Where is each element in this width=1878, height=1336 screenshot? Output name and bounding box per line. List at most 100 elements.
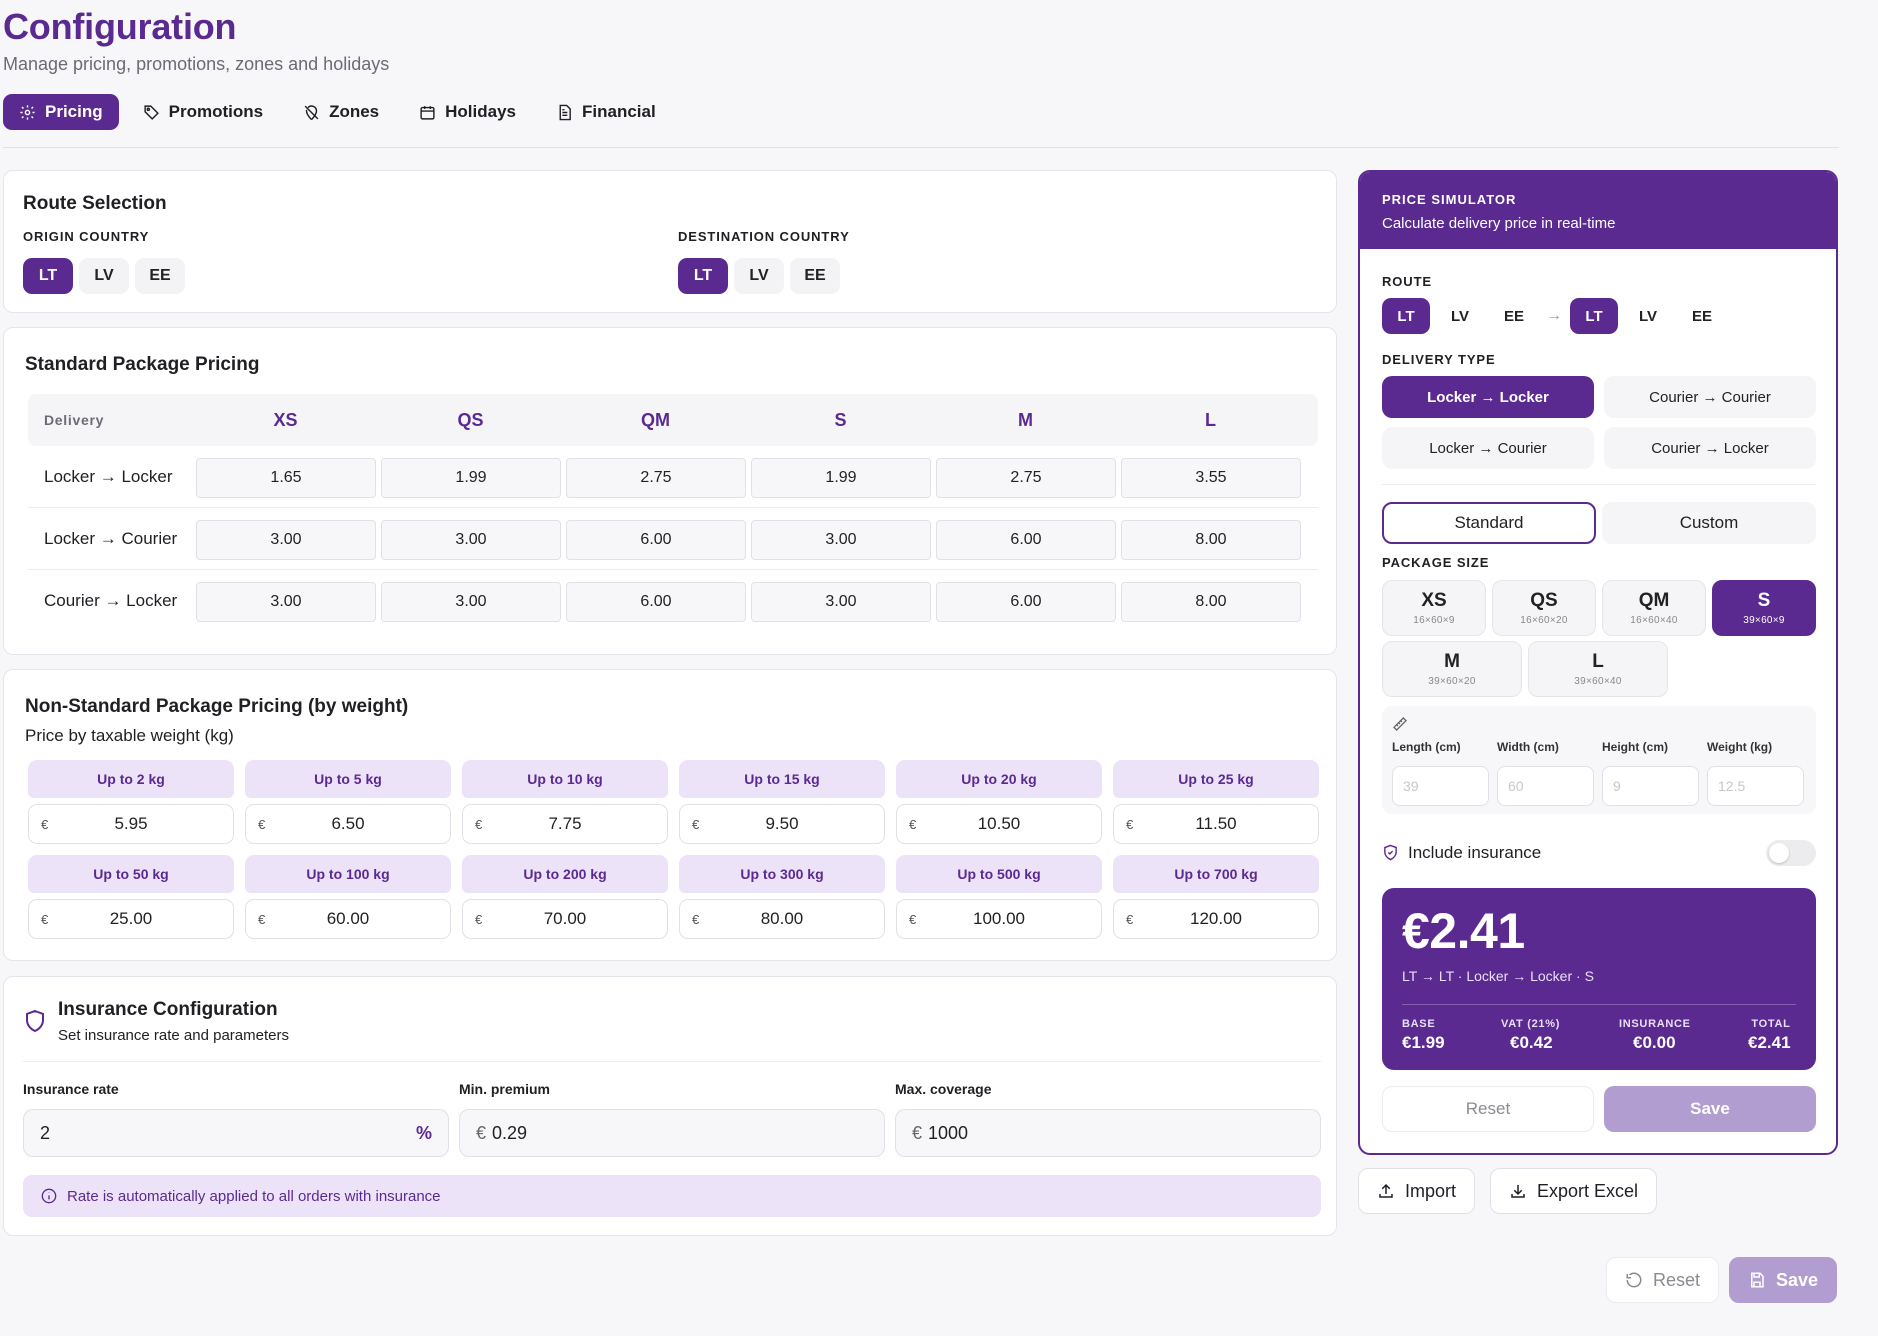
destination-country-ee[interactable]: EE: [790, 258, 840, 294]
simulator-reset-button[interactable]: Reset: [1382, 1086, 1594, 1132]
price-input[interactable]: 8.00: [1121, 582, 1301, 622]
insurance-rate-input[interactable]: 2 %: [23, 1109, 449, 1157]
weight-price-value: 5.95: [114, 814, 148, 833]
weight-tier-label: Up to 500 kg: [896, 855, 1102, 893]
delivery-locker-locker[interactable]: Locker → Locker: [1382, 376, 1594, 418]
size-qm-button[interactable]: QM 16×60×40: [1602, 580, 1706, 636]
weight-price-input[interactable]: €120.00: [1113, 899, 1319, 939]
price-input[interactable]: 1.99: [381, 458, 561, 498]
simulator-save-button[interactable]: Save: [1604, 1086, 1816, 1132]
weight-tier-label: Up to 2 kg: [28, 760, 234, 798]
size-m-button[interactable]: M 39×60×20: [1382, 641, 1522, 697]
insurance-rate-value: 2: [40, 1122, 51, 1143]
size-xs-button[interactable]: XS 16×60×9: [1382, 580, 1486, 636]
size-name: S: [1757, 590, 1771, 611]
destination-country-lt[interactable]: LT: [678, 258, 728, 294]
delivery-courier-locker[interactable]: Courier → Locker: [1604, 427, 1816, 469]
euro-symbol: €: [258, 816, 266, 832]
standard-pricing-title: Standard Package Pricing: [25, 354, 260, 375]
weight-price-input[interactable]: €70.00: [462, 899, 668, 939]
size-qs-button[interactable]: QS 16×60×20: [1492, 580, 1596, 636]
weight-price-input[interactable]: €11.50: [1113, 804, 1319, 844]
price-input[interactable]: 1.65: [196, 458, 376, 498]
column-header-l: L: [1205, 409, 1216, 430]
breakdown-total: TOTAL €2.41: [1748, 1018, 1791, 1053]
tab-bar: Pricing Promotions Zones Holidays Financ…: [3, 94, 672, 130]
tab-holidays[interactable]: Holidays: [403, 94, 532, 130]
height-input[interactable]: 9: [1602, 766, 1699, 806]
insurance-info-banner: Rate is automatically applied to all ord…: [23, 1175, 1321, 1217]
simulator-destination-ee[interactable]: EE: [1678, 298, 1726, 334]
tab-financial[interactable]: Financial: [540, 94, 672, 130]
price-input[interactable]: 3.00: [751, 520, 931, 560]
weight-price-input[interactable]: €5.95: [28, 804, 234, 844]
breakdown-value: €0.00: [1633, 1033, 1676, 1052]
price-input[interactable]: 2.75: [936, 458, 1116, 498]
delivery-courier-courier[interactable]: Courier → Courier: [1604, 376, 1816, 418]
price-input[interactable]: 3.00: [751, 582, 931, 622]
weight-price-input[interactable]: €60.00: [245, 899, 451, 939]
max-coverage-input[interactable]: € 1000: [895, 1109, 1321, 1157]
width-input[interactable]: 60: [1497, 766, 1594, 806]
column-header-m: M: [1018, 409, 1033, 430]
table-row: Courier → Locker 3.00 3.00 6.00 3.00 6.0…: [28, 570, 1318, 632]
weight-price-value: 70.00: [543, 909, 587, 928]
info-icon: [41, 1188, 57, 1204]
price-input[interactable]: 3.00: [381, 520, 561, 560]
price-input[interactable]: 6.00: [936, 582, 1116, 622]
price-input[interactable]: 2.75: [566, 458, 746, 498]
save-button[interactable]: Save: [1729, 1257, 1838, 1303]
price-input[interactable]: 6.00: [936, 520, 1116, 560]
simulator-origin-lt[interactable]: LT: [1382, 298, 1430, 334]
weight-tier-label: Up to 20 kg: [896, 760, 1102, 798]
weight-price-input[interactable]: €100.00: [896, 899, 1102, 939]
origin-country-lv[interactable]: LV: [79, 258, 129, 294]
mode-standard-button[interactable]: Standard: [1382, 502, 1596, 544]
price-input[interactable]: 6.00: [566, 582, 746, 622]
weight-price-input[interactable]: €7.75: [462, 804, 668, 844]
weight-price-input[interactable]: €25.00: [28, 899, 234, 939]
length-input[interactable]: 39: [1392, 766, 1489, 806]
max-coverage-value: 1000: [928, 1122, 969, 1143]
price-input[interactable]: 3.55: [1121, 458, 1301, 498]
price-input[interactable]: 3.00: [196, 582, 376, 622]
size-dims: 39×60×40: [1574, 676, 1622, 687]
simulator-destination-lt[interactable]: LT: [1570, 298, 1618, 334]
weight-price-input[interactable]: €80.00: [679, 899, 885, 939]
price-input[interactable]: 3.00: [381, 582, 561, 622]
size-name: QS: [1530, 590, 1558, 611]
origin-country-lt[interactable]: LT: [23, 258, 73, 294]
destination-country-label: DESTINATION COUNTRY: [678, 229, 850, 244]
weight-price-input[interactable]: €10.50: [896, 804, 1102, 844]
price-result-card: €2.41 LT → LT · Locker → Locker · S BASE…: [1382, 888, 1816, 1070]
mode-custom-button[interactable]: Custom: [1602, 502, 1816, 544]
simulator-origin-lv[interactable]: LV: [1436, 298, 1484, 334]
include-insurance-toggle[interactable]: [1766, 840, 1816, 866]
delivery-locker-courier[interactable]: Locker → Courier: [1382, 427, 1594, 469]
price-input[interactable]: 6.00: [566, 520, 746, 560]
weight-price-input[interactable]: €9.50: [679, 804, 885, 844]
origin-country-ee[interactable]: EE: [135, 258, 185, 294]
tab-promotions[interactable]: Promotions: [127, 94, 279, 130]
simulator-origin-ee[interactable]: EE: [1490, 298, 1538, 334]
weight-input[interactable]: 12.5: [1707, 766, 1804, 806]
price-input[interactable]: 3.00: [196, 520, 376, 560]
export-excel-button[interactable]: Export Excel: [1490, 1168, 1658, 1214]
min-premium-input[interactable]: € 0.29: [459, 1109, 885, 1157]
import-button[interactable]: Import: [1358, 1168, 1476, 1214]
reset-button[interactable]: Reset: [1606, 1257, 1720, 1303]
price-input[interactable]: 8.00: [1121, 520, 1301, 560]
size-s-button[interactable]: S 39×60×9: [1712, 580, 1816, 636]
document-icon: [559, 104, 571, 120]
tab-pricing[interactable]: Pricing: [3, 94, 119, 130]
simulator-destination-lv[interactable]: LV: [1624, 298, 1672, 334]
weight-tier-label: Up to 5 kg: [245, 760, 451, 798]
price-input[interactable]: 1.99: [751, 458, 931, 498]
simulator-subtitle: Calculate delivery price in real-time: [1382, 215, 1616, 232]
size-l-button[interactable]: L 39×60×40: [1528, 641, 1668, 697]
destination-country-lv[interactable]: LV: [734, 258, 784, 294]
tab-zones[interactable]: Zones: [287, 94, 395, 130]
reset-label: Reset: [1653, 1269, 1701, 1290]
weight-price-input[interactable]: €6.50: [245, 804, 451, 844]
min-premium-value: 0.29: [492, 1122, 528, 1143]
